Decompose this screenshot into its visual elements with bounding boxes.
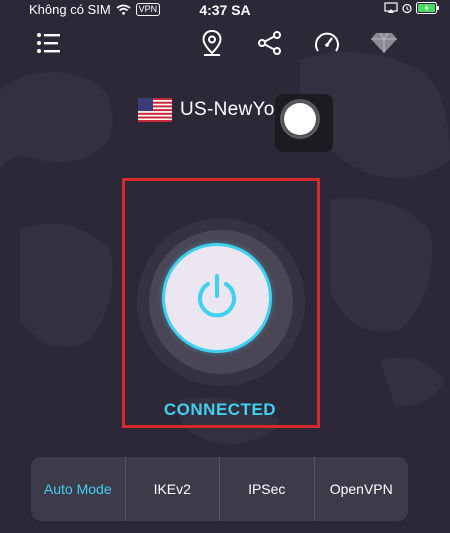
floating-toggle[interactable] [275,94,333,152]
protocol-ipsec[interactable]: IPSec [219,457,314,521]
us-flag-icon [138,98,172,122]
speedometer-icon [315,32,339,52]
menu-button[interactable] [34,28,64,58]
power-icon [198,274,236,318]
status-time: 4:37 SA [199,2,251,18]
server-name: US-NewYo [180,99,275,120]
toggle-knob [284,103,316,135]
battery-icon [416,2,439,14]
protocol-auto-mode[interactable]: Auto Mode [31,457,125,521]
speed-test-button[interactable] [312,28,342,58]
screen-mirroring-icon [384,2,398,13]
premium-button[interactable] [368,28,400,58]
status-bar: Không có SIM VPN 4:37 SA [0,0,450,20]
alarm-icon [402,3,412,14]
location-pin-icon [202,29,222,56]
protocol-ikev2[interactable]: IKEv2 [124,457,220,521]
protocol-selector: Auto Mode IKEv2 IPSec OpenVPN [31,457,408,521]
status-right [384,2,440,14]
power-button[interactable] [162,243,272,353]
server-selector[interactable]: US-NewYo [138,98,275,122]
share-icon [258,31,281,55]
connection-status: CONNECTED [163,400,277,419]
share-button[interactable] [256,28,284,58]
location-button[interactable] [198,28,226,58]
protocol-openvpn[interactable]: OpenVPN [313,457,409,521]
diamond-icon [371,32,397,53]
menu-icon [37,33,60,53]
